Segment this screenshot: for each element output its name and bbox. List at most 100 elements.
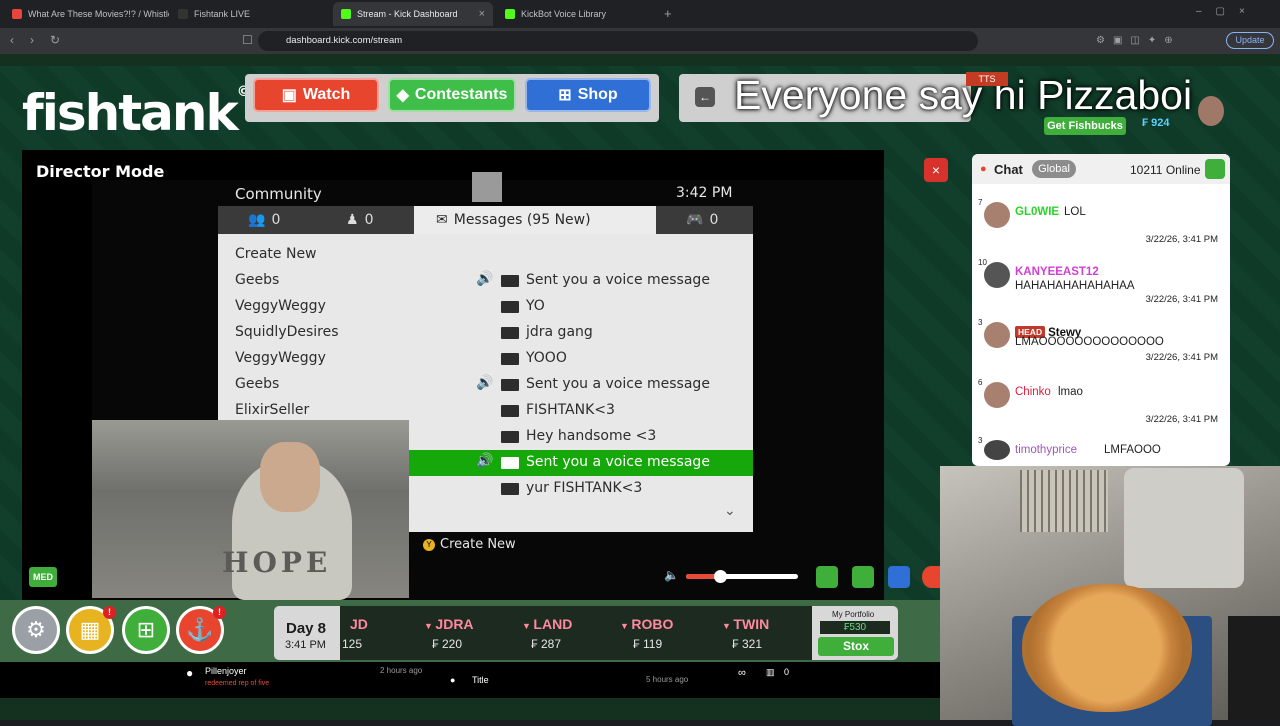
get-fishbucks-button[interactable]: Get Fishbucks xyxy=(1044,117,1126,135)
avatar[interactable] xyxy=(984,440,1010,460)
stock-ticker[interactable]: ▼ JDRA xyxy=(424,616,474,632)
stock-ticker[interactable]: ▼ LAND xyxy=(522,616,572,632)
list-item[interactable]: VeggyWeggy YOOO xyxy=(218,346,753,372)
avatar[interactable] xyxy=(984,382,1010,408)
screen-icon[interactable] xyxy=(816,566,838,588)
tab-label: What Are These Movies?!? / Whistle xyxy=(28,9,169,19)
sender: ElixirSeller xyxy=(235,402,310,418)
create-new-item[interactable]: Create New xyxy=(218,242,753,268)
chat-time: 3/22/26, 3:41 PM xyxy=(1145,234,1218,245)
new-tab-icon[interactable]: + xyxy=(664,6,672,21)
envelope-icon xyxy=(501,379,519,391)
notif-user[interactable]: Pillenjoyer xyxy=(205,666,247,676)
record-icon[interactable] xyxy=(922,566,940,588)
stock-ticker[interactable]: ▼ TWIN xyxy=(722,616,769,632)
tab-label: KickBot Voice Library xyxy=(521,9,607,19)
browser-tab[interactable]: What Are These Movies?!? / Whistle xyxy=(4,2,169,26)
message-text: Hey handsome <3 xyxy=(526,428,657,444)
notification-badge: ! xyxy=(103,606,116,619)
chat-username[interactable]: timothyprice xyxy=(1015,444,1077,456)
arrow-left-icon[interactable]: ← xyxy=(695,87,715,107)
fullscreen-icon[interactable] xyxy=(888,566,910,588)
stock-value: 125 xyxy=(342,637,363,651)
armchair xyxy=(1124,468,1244,588)
tab-friends[interactable]: 👥 0 xyxy=(218,206,316,234)
shop-label: Shop xyxy=(577,86,618,103)
chat-time: 3/22/26, 3:41 PM xyxy=(1145,352,1218,363)
stock-value: ₣ 119 xyxy=(633,637,663,651)
ticker-label: TWIN xyxy=(733,616,770,632)
stock-ticker[interactable]: JD xyxy=(350,616,368,632)
avatar[interactable] xyxy=(984,322,1010,348)
sender: VeggyWeggy xyxy=(235,350,326,366)
volume-slider[interactable]: 🔈 xyxy=(664,568,804,584)
sender: Geebs xyxy=(235,272,280,288)
close-button[interactable]: × xyxy=(924,158,948,182)
gift-icon[interactable]: ⊞ xyxy=(122,606,170,654)
portfolio-label: My Portfolio xyxy=(832,610,875,619)
user-level: 3 xyxy=(978,436,983,445)
list-item[interactable]: VeggyWeggy YO xyxy=(218,294,753,320)
browser-tab-active[interactable]: Stream - Kick Dashboard × xyxy=(333,2,493,26)
phone xyxy=(1228,616,1280,720)
chevron-down-icon[interactable]: ⌄ xyxy=(724,502,736,519)
chat-message: 10 KANYEEAST12 HAHAHAHAHAHAHAA 3/22/26, … xyxy=(978,258,1222,320)
notif-text: redeemed rep of five xyxy=(205,680,270,687)
stox-button[interactable]: Stox xyxy=(818,637,894,656)
browser-tab[interactable]: Fishtank LIVE xyxy=(170,2,332,26)
update-button[interactable]: Update xyxy=(1226,32,1274,49)
shop-button[interactable]: ⊞ Shop xyxy=(525,78,651,112)
bookmark-icon[interactable]: ☐ xyxy=(242,33,253,47)
stock-value: ₣ 321 xyxy=(732,637,763,651)
down-arrow-icon: ▼ xyxy=(424,621,436,631)
avatar[interactable] xyxy=(984,202,1010,228)
window-controls[interactable]: –▢× xyxy=(1196,6,1259,17)
settings-gear-icon[interactable]: ⚙ xyxy=(12,606,60,654)
notification-badge: ! xyxy=(213,606,226,619)
reload-icon[interactable]: ↻ xyxy=(50,33,60,47)
chat-username[interactable]: GL0WIE xyxy=(1015,206,1059,218)
message-text: Sent you a voice message xyxy=(526,376,710,392)
chat-message: 3 timothyprice LMFAOOO xyxy=(978,436,1222,462)
notif-title[interactable]: Title xyxy=(472,675,489,685)
list-item[interactable]: Geebs 🔊 Sent you a voice message xyxy=(218,268,753,294)
chat-scope-toggle[interactable]: Global xyxy=(1032,160,1076,178)
url-input[interactable]: dashboard.kick.com/stream xyxy=(258,31,978,51)
tab-messages[interactable]: ✉ Messages (95 New) xyxy=(414,206,656,234)
list-item[interactable]: SquidlyDesires jdra gang xyxy=(218,320,753,346)
med-badge[interactable]: MED xyxy=(29,567,57,587)
speaker-icon: 🔊 xyxy=(476,271,494,287)
message-text: Sent you a voice message xyxy=(526,454,710,470)
chat-username[interactable]: KANYEEAST12 xyxy=(1015,266,1099,278)
browser-tab[interactable]: KickBot Voice Library xyxy=(497,2,657,26)
speaker-icon: 🔈 xyxy=(664,568,679,582)
clock: 3:42 PM xyxy=(676,185,733,201)
list-item[interactable]: Geebs 🔊 Sent you a voice message xyxy=(218,372,753,398)
notif-time: 2 hours ago xyxy=(380,666,423,675)
avatar[interactable] xyxy=(984,262,1010,288)
trash-icon[interactable]: ▥ xyxy=(766,667,775,678)
cart-icon: ⊞ xyxy=(558,87,572,104)
contestants-button[interactable]: ◆ Contestants xyxy=(388,78,516,112)
forward-icon[interactable]: › xyxy=(30,33,34,47)
chat-action-icon[interactable] xyxy=(1205,159,1225,179)
volume-knob[interactable] xyxy=(713,570,727,583)
back-icon[interactable]: ‹ xyxy=(10,33,14,47)
sender: SquidlyDesires xyxy=(235,324,339,340)
stock-ticker[interactable]: ▼ ROBO xyxy=(620,616,673,632)
user-avatar[interactable] xyxy=(1198,96,1224,126)
kick-icon xyxy=(341,9,351,19)
chat-text: lmao xyxy=(1058,386,1083,398)
cast-icon[interactable] xyxy=(852,566,874,588)
watch-button[interactable]: ▣ Watch xyxy=(253,78,379,112)
chat-username[interactable]: Chinko xyxy=(1015,386,1051,398)
tab-party[interactable]: ♟ 0 xyxy=(316,206,414,234)
close-tab-icon[interactable]: × xyxy=(479,8,485,20)
message-text: yur FISHTANK<3 xyxy=(526,480,643,496)
envelope-icon xyxy=(501,457,519,469)
person-head xyxy=(260,442,320,512)
fishtank-logo[interactable]: fishtank© xyxy=(22,84,251,142)
speaker-icon: 🔊 xyxy=(476,453,494,469)
extension-icons[interactable]: ⚙▣◫✦⊕ xyxy=(1096,35,1181,46)
tab-games[interactable]: 🎮 0 xyxy=(656,206,753,234)
